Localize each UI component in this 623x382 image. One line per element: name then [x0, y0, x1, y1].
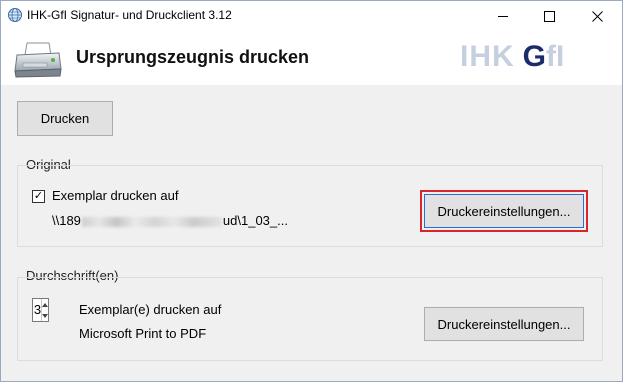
app-window: IHK-GfI Signatur- und Druckclient 3.12 U… [0, 0, 623, 382]
ihk-gfi-logo: IHK G fI [460, 40, 565, 73]
chevron-down-icon [42, 313, 48, 318]
dialog-content: Drucken Original ✓ Exemplar drucken auf … [1, 85, 622, 381]
copies-printer-name: Microsoft Print to PDF [79, 326, 207, 341]
original-printer-settings-button[interactable]: Druckereinstellungen... [424, 194, 584, 228]
stepper-down-button[interactable] [42, 310, 48, 321]
maximize-icon [543, 10, 555, 22]
original-printer-path: \\189 ud\1_03_... [52, 213, 288, 228]
stepper-up-button[interactable] [42, 299, 48, 310]
window-title: IHK-GfI Signatur- und Druckclient 3.12 [27, 8, 232, 22]
chevron-up-icon [42, 302, 48, 307]
print-button[interactable]: Drucken [17, 101, 113, 136]
stepper-arrows [41, 299, 48, 321]
dialog-header: Ursprungszeugnis drucken IHK G fI [1, 31, 622, 85]
copies-label: Exemplar(e) drucken auf [79, 302, 222, 317]
page-title: Ursprungszeugnis drucken [76, 47, 310, 67]
globe-icon [8, 8, 22, 22]
maximize-button[interactable] [526, 1, 572, 31]
original-checkbox[interactable]: ✓ [32, 190, 45, 203]
printer-icon [14, 42, 62, 78]
copies-printer-settings-button[interactable]: Druckereinstellungen... [424, 307, 584, 341]
close-button[interactable] [572, 1, 622, 31]
title-bar[interactable]: IHK-GfI Signatur- und Druckclient 3.12 [1, 1, 622, 31]
original-checkbox-label: Exemplar drucken auf [52, 188, 179, 203]
close-icon [591, 10, 603, 22]
redacted-region [81, 216, 222, 227]
minimize-icon [498, 15, 508, 17]
copies-stepper[interactable]: 3 [32, 298, 49, 322]
minimize-button[interactable] [480, 1, 526, 31]
